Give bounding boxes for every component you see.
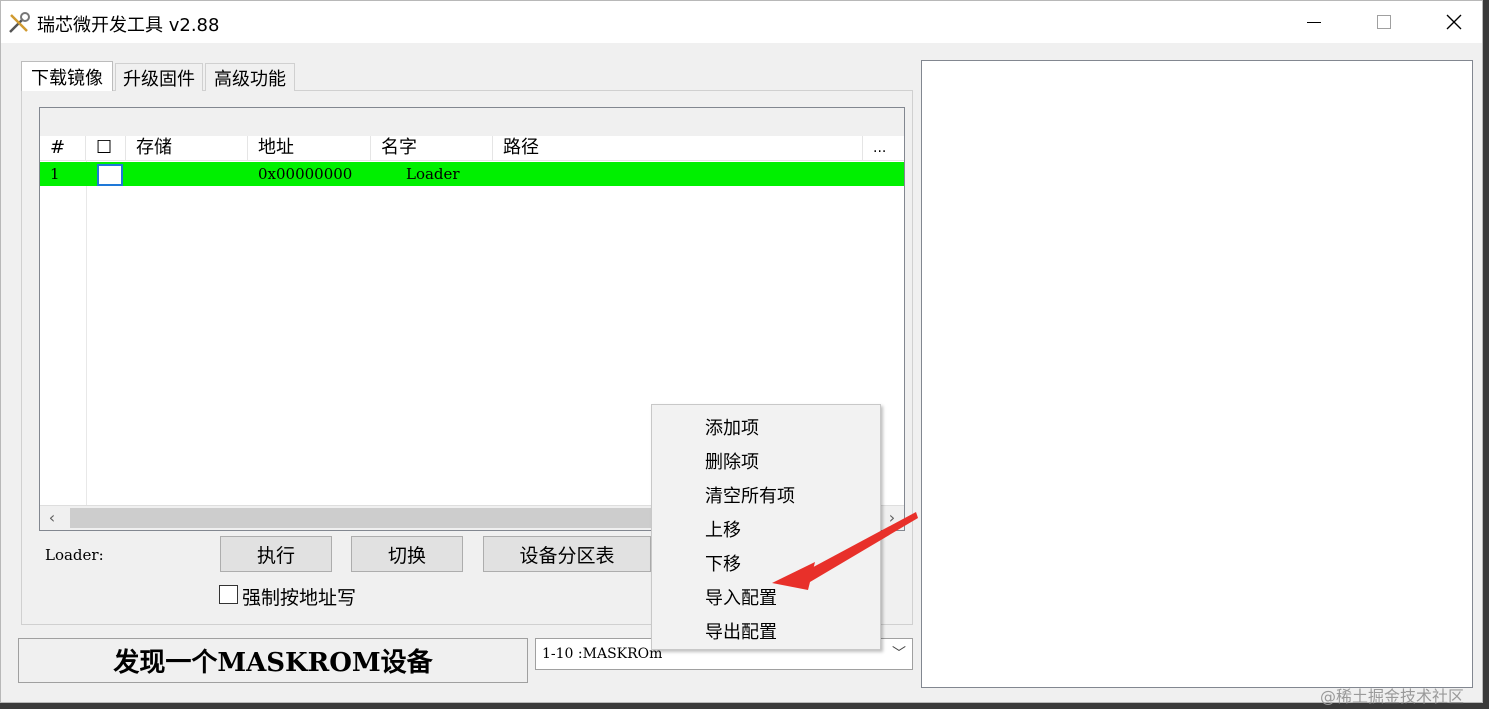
annotation-arrow-icon [772,512,918,590]
watermark: @稀土掘金技术社区 [1320,687,1465,706]
